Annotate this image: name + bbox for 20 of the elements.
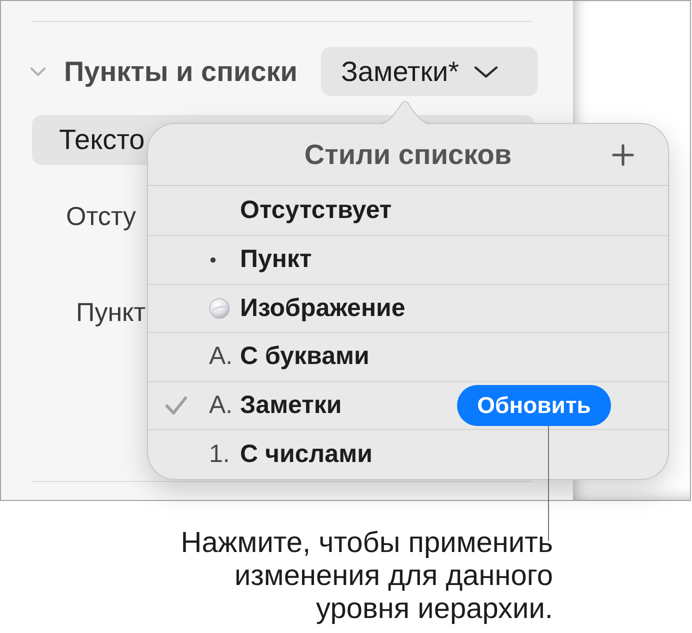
- list-style-option[interactable]: Пункт: [240, 241, 312, 278]
- callout-text: Нажмите, чтобы применить изменения для данного уровня иерархии.: [180, 527, 553, 626]
- field-label: Пункт: [76, 297, 146, 327]
- list-marker: 1.: [209, 438, 230, 470]
- list-marker: A.: [209, 341, 233, 372]
- bullet-icon: [210, 256, 216, 263]
- list-marker: A.: [209, 390, 233, 420]
- update-button[interactable]: Обновить: [457, 384, 611, 426]
- popover-title: Стили списков: [304, 138, 512, 172]
- sphere-icon: [209, 298, 230, 319]
- section-title: Пункты и списки: [64, 54, 298, 89]
- list-style-option[interactable]: С числами: [240, 436, 372, 473]
- list-style-option[interactable]: С буквами: [240, 338, 370, 376]
- field-label: Отсту: [66, 201, 136, 231]
- chevron-down-icon: [474, 66, 498, 78]
- list-style-option[interactable]: Заметки: [240, 386, 342, 424]
- list-style-option[interactable]: Изображение: [240, 290, 406, 327]
- list-style-option[interactable]: Отсутствует: [240, 192, 392, 230]
- add-icon[interactable]: [612, 144, 634, 166]
- list-style-popup-button[interactable]: Заметки*: [321, 47, 538, 96]
